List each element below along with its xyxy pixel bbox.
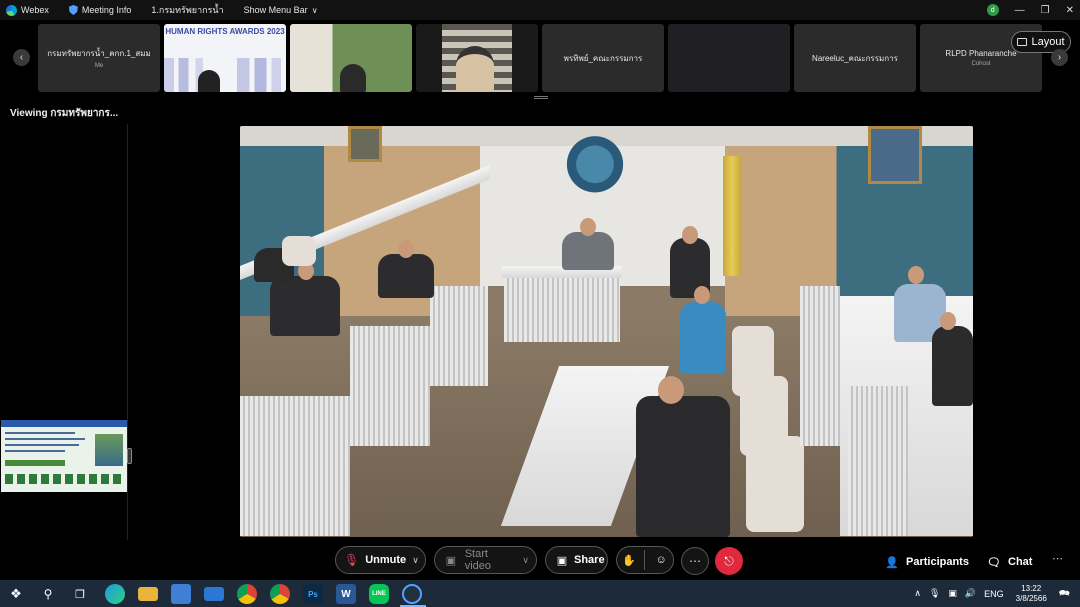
participant-name: พรทิพย์_คณะกรรมการ xyxy=(563,53,643,63)
participant-tile-video[interactable] xyxy=(416,24,538,92)
share-button[interactable]: ▣ Share xyxy=(545,546,608,574)
mic-icon[interactable]: 🎙 xyxy=(929,588,940,599)
network-icon[interactable]: ▣ xyxy=(948,588,957,599)
shared-content-thumbnail[interactable] xyxy=(1,420,127,492)
participant-name: RLPD Phanaranche xyxy=(945,49,1017,58)
volume-icon[interactable]: 🔊 xyxy=(965,588,976,599)
participant-figure xyxy=(378,254,434,298)
filmstrip-resize-handle[interactable] xyxy=(534,96,548,99)
shield-icon xyxy=(68,5,78,15)
chat-icon: 🗨 xyxy=(987,556,1001,569)
chrome-icon[interactable] xyxy=(237,584,257,604)
participant-tile-video[interactable]: HUMAN RIGHTS AWARDS 2023 xyxy=(164,24,286,92)
chevron-down-icon: ∨ xyxy=(311,5,318,15)
chevron-up-icon[interactable]: ∧ xyxy=(914,588,921,599)
participant-video-person xyxy=(456,46,494,92)
webex-logo-icon xyxy=(6,4,17,16)
participant-role: Me xyxy=(94,63,104,69)
chevron-down-icon[interactable]: ∨ xyxy=(520,555,536,566)
video-overlay-text: HUMAN RIGHTS AWARDS 2023 xyxy=(165,27,285,36)
participant-tile[interactable] xyxy=(668,24,790,92)
system-tray: ∧ 🎙 ▣ 🔊 ENG 13:22 3/8/2566 🗪 xyxy=(910,580,1080,607)
participant-name: กรมทรัพยากรน้ำ_คกก.1_สมม xyxy=(47,49,151,58)
viewing-label: Viewing กรมทรัพยากร... xyxy=(10,108,119,119)
show-menu-bar-button[interactable]: Show Menu Bar ∨ xyxy=(244,5,318,15)
app-name: Webex xyxy=(21,5,49,15)
mic-muted-icon: 🎙 xyxy=(344,553,360,567)
more-icon: ⋯ xyxy=(689,554,701,568)
filmstrip-prev-button[interactable]: ‹ xyxy=(13,49,30,66)
filmstrip-next-button[interactable]: › xyxy=(1051,49,1068,66)
leave-meeting-button[interactable]: ⎋ xyxy=(715,547,743,575)
participant-tile-self[interactable]: กรมทรัพยากรน้ำ_คกก.1_สมม Me xyxy=(38,24,160,92)
emblem-icon xyxy=(566,128,624,194)
title-bar: Webex Meeting Info 1.กรมทรัพยากรน้ำ Show… xyxy=(0,0,1080,20)
participant-tile[interactable]: Nareeluc_คณะกรรมการ xyxy=(794,24,916,92)
participant-video-person xyxy=(198,70,220,92)
shared-content-panel xyxy=(0,124,132,540)
participant-filmstrip: ‹ กรมทรัพยากรน้ำ_คกก.1_สมม Me HUMAN RIGH… xyxy=(0,20,1080,96)
language-indicator[interactable]: ENG xyxy=(984,589,1004,599)
participant-figure xyxy=(270,276,340,336)
meeting-info-button[interactable]: Meeting Info xyxy=(68,5,132,15)
emoji-icon[interactable]: ☺ xyxy=(653,552,669,568)
wall-portrait xyxy=(348,126,382,162)
participant-figure xyxy=(680,302,726,374)
more-options-button[interactable]: ⋯ xyxy=(681,547,709,575)
windows-start-icon[interactable]: ❖ xyxy=(6,584,26,604)
notification-icon[interactable]: 🗪 xyxy=(1059,586,1070,602)
search-icon[interactable]: ⚲ xyxy=(38,584,58,604)
clock[interactable]: 13:22 3/8/2566 xyxy=(1016,584,1047,604)
meeting-controls: 🎙 Unmute ∨ ▣ Start video ∨ ▣ Share ✋ ☺ ⋯… xyxy=(0,540,1080,580)
reactions-group: ✋ ☺ xyxy=(616,546,674,574)
participant-name: Nareeluc_คณะกรรมการ xyxy=(812,53,898,63)
store-icon[interactable] xyxy=(171,584,191,604)
participants-button[interactable]: 👤 Participants xyxy=(884,554,969,570)
webex-app-title: Webex xyxy=(6,4,49,16)
participant-tile-video[interactable] xyxy=(290,24,412,92)
chevron-down-icon[interactable]: ∨ xyxy=(410,555,426,566)
mail-icon[interactable] xyxy=(204,587,224,601)
meeting-info-label: Meeting Info xyxy=(81,5,132,15)
participant-figure xyxy=(636,396,730,537)
more-panels-icon[interactable]: ⋯ xyxy=(1052,552,1063,565)
flag xyxy=(723,156,741,276)
webex-taskbar-icon[interactable] xyxy=(402,584,422,604)
panel-resize-handle[interactable] xyxy=(127,448,132,464)
share-icon: ▣ xyxy=(556,554,568,567)
meeting-name: 1.กรมทรัพยากรน้ำ xyxy=(151,5,224,15)
chevron-right-icon: › xyxy=(1057,52,1062,63)
file-explorer-icon[interactable] xyxy=(138,587,158,601)
chat-button[interactable]: 🗨 Chat xyxy=(986,554,1032,570)
raise-hand-icon[interactable]: ✋ xyxy=(621,552,637,568)
skyline-background xyxy=(164,58,286,92)
participant-role: Cohost xyxy=(971,61,991,67)
active-speaker-video[interactable] xyxy=(240,126,973,537)
participant-video-person xyxy=(340,64,366,92)
edge-icon[interactable] xyxy=(105,584,125,604)
video-off-icon: ▣ xyxy=(445,554,457,567)
wall-portrait xyxy=(868,126,922,184)
chrome-profile-icon[interactable] xyxy=(270,584,290,604)
restore-icon[interactable]: ❐ xyxy=(1041,5,1050,16)
participant-figure xyxy=(932,326,973,406)
participant-figure xyxy=(562,232,614,270)
unmute-button[interactable]: 🎙 Unmute ∨ xyxy=(335,546,426,574)
word-icon[interactable]: W xyxy=(336,584,356,604)
participant-tile[interactable]: พรทิพย์_คณะกรรมการ xyxy=(542,24,664,92)
task-view-icon[interactable]: ❐ xyxy=(70,584,90,604)
participants-icon: 👤 xyxy=(885,556,899,569)
photoshop-icon[interactable]: Ps xyxy=(303,584,323,604)
chevron-left-icon: ‹ xyxy=(19,52,24,63)
windows-taskbar: ❖ ⚲ ❐ Ps W LINE ∧ 🎙 ▣ 🔊 ENG 13:22 3/8/25… xyxy=(0,580,1080,607)
layout-icon xyxy=(1017,38,1028,46)
start-video-button[interactable]: ▣ Start video ∨ xyxy=(434,546,537,574)
leave-icon: ⎋ xyxy=(724,553,734,568)
user-avatar[interactable]: d xyxy=(986,4,999,16)
line-icon[interactable]: LINE xyxy=(369,584,389,604)
minimize-icon[interactable]: — xyxy=(1015,5,1025,16)
close-icon[interactable]: ✕ xyxy=(1066,5,1074,16)
